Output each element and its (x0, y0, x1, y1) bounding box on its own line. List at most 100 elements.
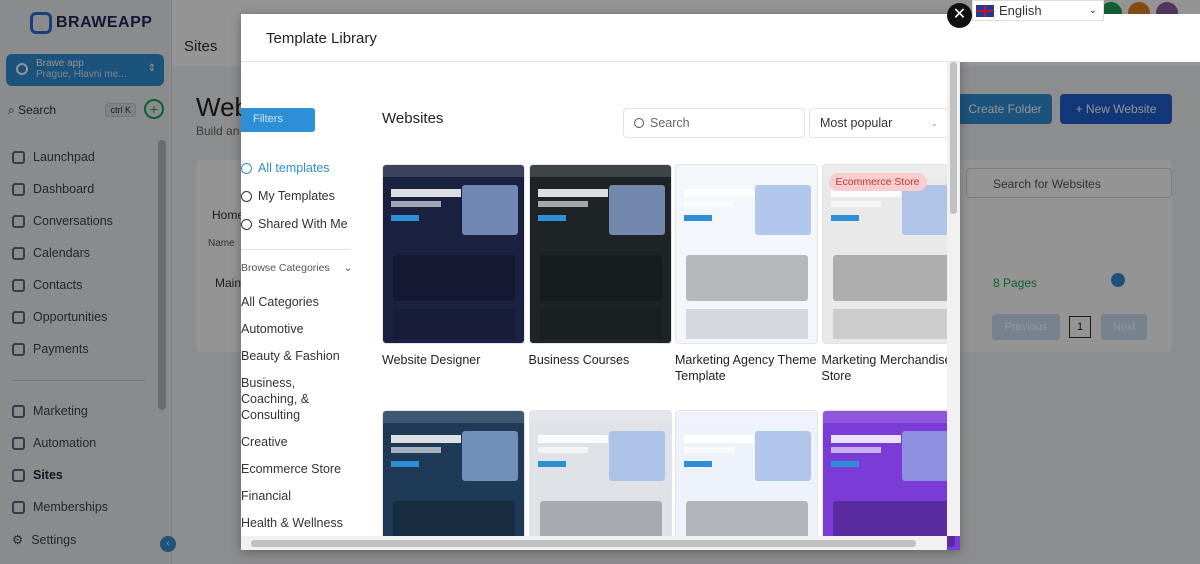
horizontal-scrollbar[interactable] (241, 536, 947, 550)
thumbnail-block (391, 435, 461, 443)
thumbnail-block (391, 201, 441, 207)
filters-button[interactable]: Filters (241, 108, 315, 132)
thumbnail-block (832, 255, 955, 301)
thumbnail-block (830, 461, 859, 467)
thumbnail-block (684, 189, 754, 197)
language-selector[interactable]: English ⌄ (972, 0, 1104, 21)
template-title: Marketing Agency Theme Template (675, 353, 817, 383)
template-thumbnail[interactable] (528, 164, 672, 344)
thumbnail-block (755, 185, 811, 235)
divider (241, 249, 351, 250)
template-card[interactable]: Business Courses (528, 164, 672, 368)
template-thumbnail[interactable] (382, 410, 525, 550)
thumbnail-block (393, 309, 515, 339)
thumbnail-block (393, 255, 515, 301)
template-card[interactable]: Website Designer (382, 164, 525, 368)
template-title: Business Courses (528, 353, 630, 367)
thumbnail-block (462, 185, 518, 235)
template-source-label: My Templates (258, 189, 335, 203)
thumbnail-block (537, 189, 608, 197)
template-thumbnail[interactable] (528, 410, 672, 550)
template-source-label: All templates (258, 161, 330, 175)
browse-categories-label: Browse Categories (241, 262, 330, 274)
category-item[interactable]: Beauty & Fashion (241, 348, 353, 364)
thumbnail-block (537, 461, 566, 467)
header-strip (960, 14, 1200, 62)
category-item[interactable]: Automotive (241, 321, 353, 337)
category-list: All Categories Automotive Beauty & Fashion… (241, 294, 353, 542)
template-thumbnail[interactable] (821, 410, 960, 550)
chevron-down-icon: ⌄ (930, 118, 938, 128)
scrollbar-thumb[interactable] (251, 540, 916, 547)
thumbnail-block (539, 309, 662, 339)
thumbnail-block (684, 447, 734, 453)
thumbnail-block (676, 165, 817, 177)
category-item[interactable]: Ecommerce Store (241, 461, 353, 477)
search-icon (634, 118, 644, 128)
thumbnail-block (537, 215, 566, 221)
category-item[interactable]: Health & Wellness (241, 515, 353, 531)
thumbnail-block (755, 431, 811, 481)
check-circle-icon (241, 162, 252, 174)
template-source-shared-with-me[interactable]: Shared With Me (241, 210, 351, 238)
language-label: English (999, 3, 1042, 18)
thumbnail-block (537, 435, 608, 443)
template-card[interactable] (528, 410, 672, 550)
template-thumbnail[interactable] (382, 164, 525, 344)
thumbnail-block (684, 215, 712, 221)
template-title: Website Designer (382, 353, 481, 367)
thumbnail-block (383, 165, 524, 177)
thumbnail-block (391, 189, 461, 197)
chevron-down-icon: ⌄ (343, 262, 353, 274)
thumbnail-block (822, 411, 960, 423)
chevron-down-icon: ⌄ (1088, 5, 1097, 16)
category-item[interactable]: Creative (241, 434, 353, 450)
thumbnail-block (608, 431, 665, 481)
thumbnail-block (686, 309, 808, 339)
thumbnail-block (832, 309, 955, 339)
thumbnail-block (537, 201, 588, 207)
template-card[interactable]: Marketing Agency Theme Template (675, 164, 818, 384)
scrollbar-thumb[interactable] (950, 62, 957, 214)
template-search-input[interactable]: Search (623, 108, 805, 138)
section-title: Websites (382, 110, 444, 127)
template-source-nav: All templates My Templates Shared With Me (241, 154, 351, 238)
thumbnail-block (391, 461, 419, 467)
category-item[interactable]: Business, Coaching, & Consulting (241, 375, 353, 423)
sort-value: Most popular (820, 116, 893, 130)
thumbnail-block (462, 431, 518, 481)
thumbnail-block (529, 165, 671, 177)
thumbnail-block (830, 201, 881, 207)
template-thumbnail[interactable]: Ecommerce Store (821, 164, 960, 344)
thumbnail-block (537, 447, 588, 453)
thumbnail-block (391, 215, 419, 221)
user-icon (241, 190, 252, 202)
vertical-scrollbar[interactable] (947, 62, 960, 536)
close-modal-button[interactable]: ✕ (947, 3, 972, 28)
share-icon (241, 218, 252, 230)
sort-select[interactable]: Most popular ⌄ (809, 108, 949, 138)
thumbnail-block (830, 447, 881, 453)
template-card[interactable]: Ecommerce Store Marketing Merchandise Sto… (821, 164, 960, 384)
thumbnail-block (529, 411, 671, 423)
thumbnail-block (676, 411, 817, 423)
template-card[interactable] (821, 410, 960, 550)
browse-categories-toggle[interactable]: Browse Categories ⌄ (241, 262, 353, 274)
template-library-modal: Template Library Filters All templates My… (241, 14, 960, 550)
template-card[interactable] (382, 410, 525, 550)
thumbnail-block (684, 201, 734, 207)
thumbnail-block (686, 255, 808, 301)
category-item[interactable]: Financial (241, 488, 353, 504)
template-source-all-templates[interactable]: All templates (241, 154, 351, 182)
template-title: Marketing Merchandise Store (821, 353, 952, 383)
search-placeholder: Search (650, 116, 690, 130)
category-item[interactable]: All Categories (241, 294, 353, 310)
thumbnail-block (830, 215, 859, 221)
thumbnail-block (830, 435, 901, 443)
template-thumbnail[interactable] (675, 410, 818, 550)
template-card[interactable] (675, 410, 818, 550)
thumbnail-block (608, 185, 665, 235)
thumbnail-block (684, 461, 712, 467)
template-thumbnail[interactable] (675, 164, 818, 344)
template-source-my-templates[interactable]: My Templates (241, 182, 351, 210)
